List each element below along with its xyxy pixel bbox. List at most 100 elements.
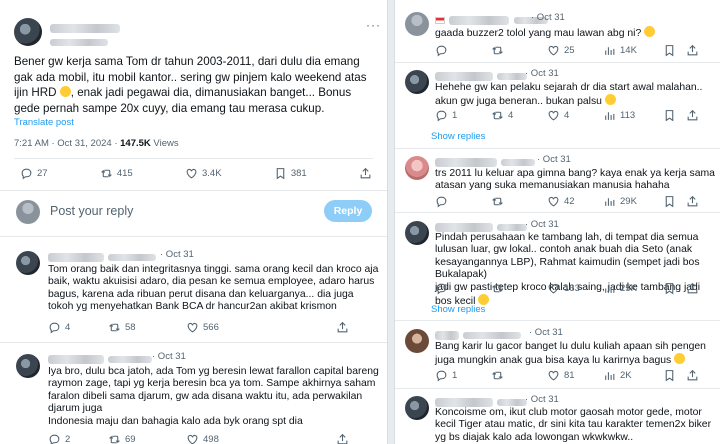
reply-icon (20, 167, 33, 180)
reply-avatar[interactable] (405, 70, 429, 94)
repost-count: 415 (116, 168, 133, 179)
views-label: Views (150, 138, 179, 149)
reply-actions: 42 29K (435, 195, 713, 208)
bookmark-button[interactable] (663, 369, 676, 382)
share-button[interactable] (686, 195, 699, 208)
main-post-text: Bener gw kerja sama Tom dr tahun 2003-20… (14, 54, 380, 116)
like-icon (185, 167, 198, 180)
views-icon (603, 109, 616, 122)
like-icon (186, 321, 199, 334)
share-button[interactable] (359, 167, 372, 180)
like-icon (186, 433, 199, 444)
reply-button[interactable] (435, 195, 491, 208)
share-button[interactable] (686, 109, 699, 122)
reply-actions: 4 58 566 (48, 321, 358, 334)
repost-button[interactable]: 58 (108, 321, 186, 334)
reply-avatar[interactable] (405, 329, 429, 353)
like-count: 498 (203, 434, 219, 444)
like-count: 42 (564, 196, 575, 207)
like-icon (547, 109, 560, 122)
reply-date: · Oct 31 (152, 351, 186, 362)
views-button[interactable]: 29K (603, 195, 663, 208)
reply-text-content: Bang karir lu gacor banget lu dulu kulia… (435, 341, 706, 367)
show-replies-link[interactable]: Show replies (431, 131, 485, 142)
like-icon (547, 44, 560, 57)
like-button[interactable]: 3.4K (185, 167, 222, 180)
reply-text: Hehehe gw kan pelaku sejarah dr dia star… (435, 82, 715, 109)
reply-button[interactable] (435, 44, 491, 57)
repost-button[interactable] (491, 282, 547, 295)
views-count: 147.5K (120, 138, 151, 149)
reply-text: trs 2011 lu keluar apa gimna bang? kaya … (435, 168, 715, 192)
like-count: 3.4K (202, 168, 222, 179)
more-icon[interactable]: ··· (366, 18, 381, 32)
reply-icon (435, 369, 448, 382)
like-button[interactable]: 81 (547, 369, 603, 382)
reply-avatar[interactable] (16, 354, 40, 378)
share-icon (686, 44, 699, 57)
reply-avatar[interactable] (405, 396, 429, 420)
post-time: 7:21 AM · Oct 31, 2024 · (14, 138, 121, 149)
repost-button[interactable]: 4 (491, 109, 547, 122)
bookmark-icon (663, 195, 676, 208)
reply-button[interactable]: 27 (20, 167, 48, 180)
share-button[interactable] (686, 369, 699, 382)
bookmark-button[interactable]: 381 (274, 167, 307, 180)
post-your-reply-input[interactable]: Post your reply (50, 204, 133, 218)
reply-text-content: Hehehe gw kan pelaku sejarah dr dia star… (435, 82, 703, 108)
share-button[interactable] (336, 433, 349, 444)
like-count: 566 (203, 322, 219, 333)
bookmark-button[interactable] (663, 282, 676, 295)
reply-icon (435, 109, 448, 122)
like-button[interactable]: 4 (547, 109, 603, 122)
reply-submit-button[interactable]: Reply (324, 200, 372, 222)
like-icon (547, 369, 560, 382)
repost-button[interactable] (491, 195, 547, 208)
views-icon (603, 369, 616, 382)
views-button[interactable]: 2K (603, 369, 663, 382)
reply-button[interactable]: 2 (48, 433, 108, 444)
reply-text: Pindah perusahaan ke tambang lah, di tem… (435, 232, 717, 308)
repost-button[interactable]: 415 (100, 167, 133, 180)
like-button[interactable]: 566 (186, 321, 336, 334)
reply-button[interactable] (435, 282, 491, 295)
bookmark-icon (274, 167, 287, 180)
reply-date: · Oct 31 (160, 249, 194, 260)
bookmark-button[interactable] (663, 109, 676, 122)
share-button[interactable] (686, 282, 699, 295)
repost-button[interactable]: 69 (108, 433, 186, 444)
repost-button[interactable] (491, 44, 547, 57)
like-button[interactable]: 163 (547, 282, 603, 295)
reply-icon (48, 321, 61, 334)
like-button[interactable]: 498 (186, 433, 336, 444)
reply-button[interactable]: 4 (48, 321, 108, 334)
reply-avatar[interactable] (405, 12, 429, 36)
bookmark-button[interactable] (663, 44, 676, 57)
user-avatar[interactable] (16, 200, 40, 224)
share-button[interactable] (686, 44, 699, 57)
repost-icon (491, 195, 504, 208)
reply-button[interactable]: 1 (435, 369, 491, 382)
repost-icon (491, 109, 504, 122)
views-button[interactable]: 14K (603, 44, 663, 57)
reply-count: 2 (65, 434, 71, 444)
views-count: 113 (620, 110, 636, 121)
author-avatar[interactable] (14, 18, 42, 46)
reply-avatar[interactable] (405, 221, 429, 245)
views-button[interactable]: 113 (603, 109, 663, 122)
bookmark-button[interactable] (663, 195, 676, 208)
like-count: 25 (564, 45, 575, 56)
like-button[interactable]: 42 (547, 195, 603, 208)
reply-avatar[interactable] (16, 251, 40, 275)
like-button[interactable]: 25 (547, 44, 603, 57)
show-replies-link[interactable]: Show replies (431, 304, 485, 315)
reply-button[interactable]: 1 (435, 109, 491, 122)
repost-button[interactable] (491, 369, 547, 382)
reply-date: · Oct 31 (525, 394, 559, 405)
reply-avatar[interactable] (405, 156, 429, 180)
repost-count: 58 (125, 322, 136, 333)
views-button[interactable]: 25K (603, 282, 663, 295)
translate-post-link[interactable]: Translate post (14, 117, 74, 128)
share-button[interactable] (336, 321, 349, 334)
share-icon (686, 282, 699, 295)
